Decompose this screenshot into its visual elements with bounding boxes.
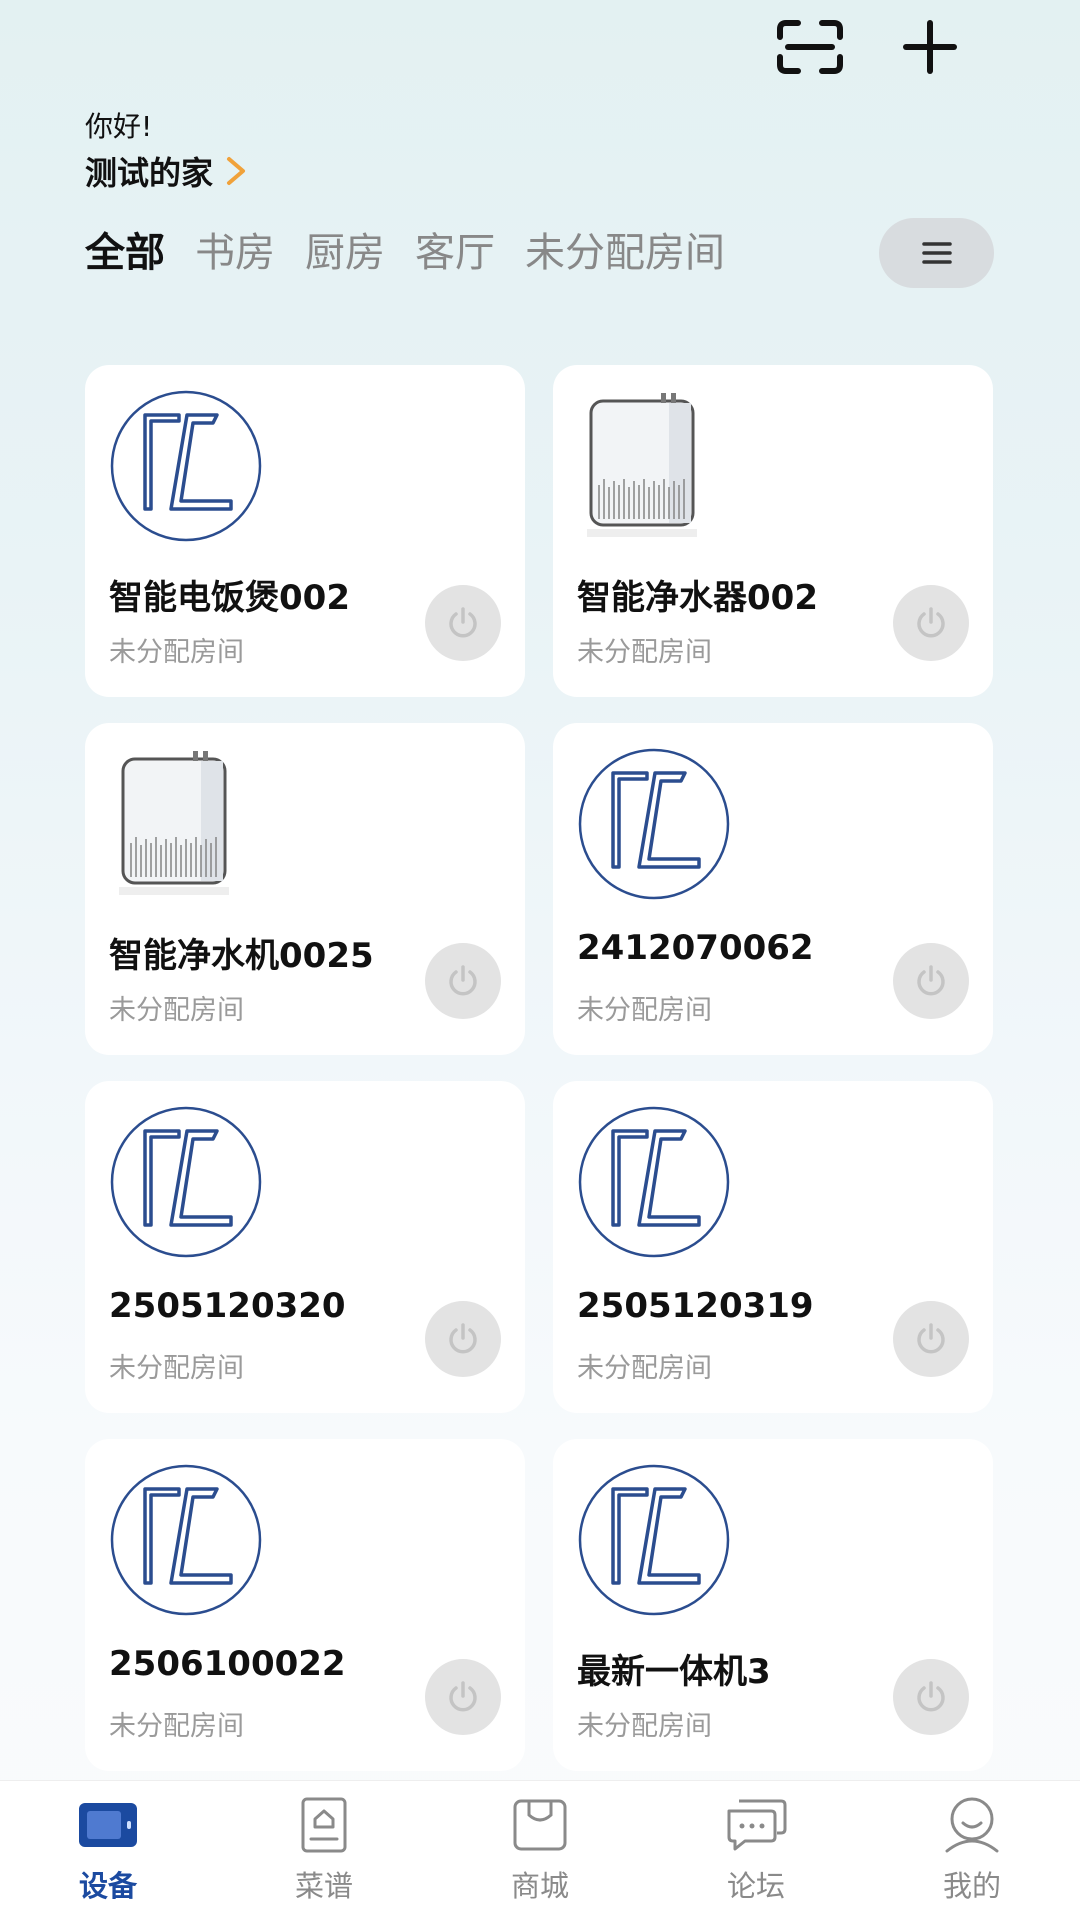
room-tabs: 全部 书房 厨房 客厅 未分配房间 bbox=[85, 220, 725, 278]
tab-living-room[interactable]: 客厅 bbox=[415, 220, 495, 278]
power-button[interactable] bbox=[893, 1659, 969, 1735]
plus-icon bbox=[903, 20, 957, 74]
greeting-text: 你好! bbox=[85, 110, 153, 143]
device-card[interactable]: 智能净水机0025 未分配房间 bbox=[85, 723, 525, 1055]
device-name: 2506100022 bbox=[109, 1644, 346, 1684]
top-actions bbox=[770, 12, 970, 82]
nav-label-profile: 我的 bbox=[942, 1869, 1001, 1903]
tab-all[interactable]: 全部 bbox=[85, 220, 165, 278]
scan-icon bbox=[777, 20, 843, 74]
device-card[interactable]: 最新一体机3 未分配房间 bbox=[553, 1439, 993, 1771]
tab-study[interactable]: 书房 bbox=[195, 220, 275, 278]
device-name: 2412070062 bbox=[577, 928, 814, 968]
device-card[interactable]: 2505120319 未分配房间 bbox=[553, 1081, 993, 1413]
device-grid: 智能电饭煲002 未分配房间 智能净水器002 未分配房间 智能净水机0025 … bbox=[85, 365, 995, 1771]
brand-logo-icon bbox=[110, 1106, 262, 1258]
shop-icon bbox=[513, 1799, 567, 1851]
device-room: 未分配房间 bbox=[577, 637, 712, 668]
power-button[interactable] bbox=[893, 943, 969, 1019]
bottom-nav: 设备 菜谱 商城 论坛 我的 bbox=[0, 1780, 1080, 1920]
device-icon bbox=[79, 1803, 137, 1847]
device-room: 未分配房间 bbox=[109, 1711, 244, 1742]
nav-forum[interactable]: 论坛 bbox=[681, 1795, 831, 1905]
tab-kitchen[interactable]: 厨房 bbox=[305, 220, 385, 278]
brand-logo-icon bbox=[110, 390, 262, 542]
home-selector[interactable]: 测试的家 bbox=[85, 148, 249, 194]
room-menu-button[interactable] bbox=[879, 218, 994, 288]
device-room: 未分配房间 bbox=[109, 995, 244, 1026]
power-icon bbox=[917, 965, 945, 996]
power-icon bbox=[449, 965, 477, 996]
power-button[interactable] bbox=[425, 1659, 501, 1735]
power-button[interactable] bbox=[893, 585, 969, 661]
power-icon bbox=[449, 607, 477, 638]
chevron-right-icon bbox=[227, 157, 246, 185]
nav-shop[interactable]: 商城 bbox=[465, 1795, 615, 1905]
device-card[interactable]: 2506100022 未分配房间 bbox=[85, 1439, 525, 1771]
water-purifier-icon bbox=[119, 751, 229, 895]
device-room: 未分配房间 bbox=[109, 637, 244, 668]
add-device-button[interactable] bbox=[890, 12, 970, 82]
power-button[interactable] bbox=[425, 943, 501, 1019]
power-button[interactable] bbox=[893, 1301, 969, 1377]
brand-logo-icon bbox=[578, 1464, 730, 1616]
power-icon bbox=[917, 1681, 945, 1712]
tab-unassigned[interactable]: 未分配房间 bbox=[525, 220, 725, 278]
power-button[interactable] bbox=[425, 585, 501, 661]
device-card[interactable]: 智能净水器002 未分配房间 bbox=[553, 365, 993, 697]
nav-profile[interactable]: 我的 bbox=[897, 1795, 1047, 1905]
nav-recipes[interactable]: 菜谱 bbox=[249, 1795, 399, 1905]
device-room: 未分配房间 bbox=[577, 1711, 712, 1742]
profile-icon bbox=[945, 1797, 999, 1853]
power-icon bbox=[917, 1323, 945, 1354]
device-name: 最新一体机3 bbox=[577, 1652, 771, 1692]
nav-label-devices: 设备 bbox=[78, 1869, 137, 1903]
device-room: 未分配房间 bbox=[109, 1353, 244, 1384]
brand-logo-icon bbox=[578, 1106, 730, 1258]
power-icon bbox=[449, 1323, 477, 1354]
device-card[interactable]: 智能电饭煲002 未分配房间 bbox=[85, 365, 525, 697]
device-name: 智能净水器002 bbox=[577, 578, 818, 618]
home-name-label: 测试的家 bbox=[85, 154, 214, 192]
power-icon bbox=[917, 607, 945, 638]
device-room: 未分配房间 bbox=[577, 1353, 712, 1384]
device-name: 智能电饭煲002 bbox=[109, 578, 350, 618]
water-purifier-icon bbox=[587, 393, 697, 537]
menu-icon bbox=[921, 242, 952, 264]
device-name: 智能净水机0025 bbox=[109, 936, 374, 976]
brand-logo-icon bbox=[578, 748, 730, 900]
device-name: 2505120320 bbox=[109, 1286, 346, 1326]
recipe-icon bbox=[301, 1797, 347, 1853]
device-room: 未分配房间 bbox=[577, 995, 712, 1026]
nav-devices[interactable]: 设备 bbox=[33, 1795, 183, 1905]
power-icon bbox=[449, 1681, 477, 1712]
scan-button[interactable] bbox=[770, 12, 850, 82]
nav-label-shop: 商城 bbox=[510, 1869, 569, 1903]
nav-label-recipes: 菜谱 bbox=[294, 1869, 353, 1903]
device-card[interactable]: 2505120320 未分配房间 bbox=[85, 1081, 525, 1413]
device-card[interactable]: 2412070062 未分配房间 bbox=[553, 723, 993, 1055]
forum-icon bbox=[727, 1799, 787, 1851]
device-name: 2505120319 bbox=[577, 1286, 814, 1326]
brand-logo-icon bbox=[110, 1464, 262, 1616]
nav-label-forum: 论坛 bbox=[726, 1869, 785, 1903]
power-button[interactable] bbox=[425, 1301, 501, 1377]
